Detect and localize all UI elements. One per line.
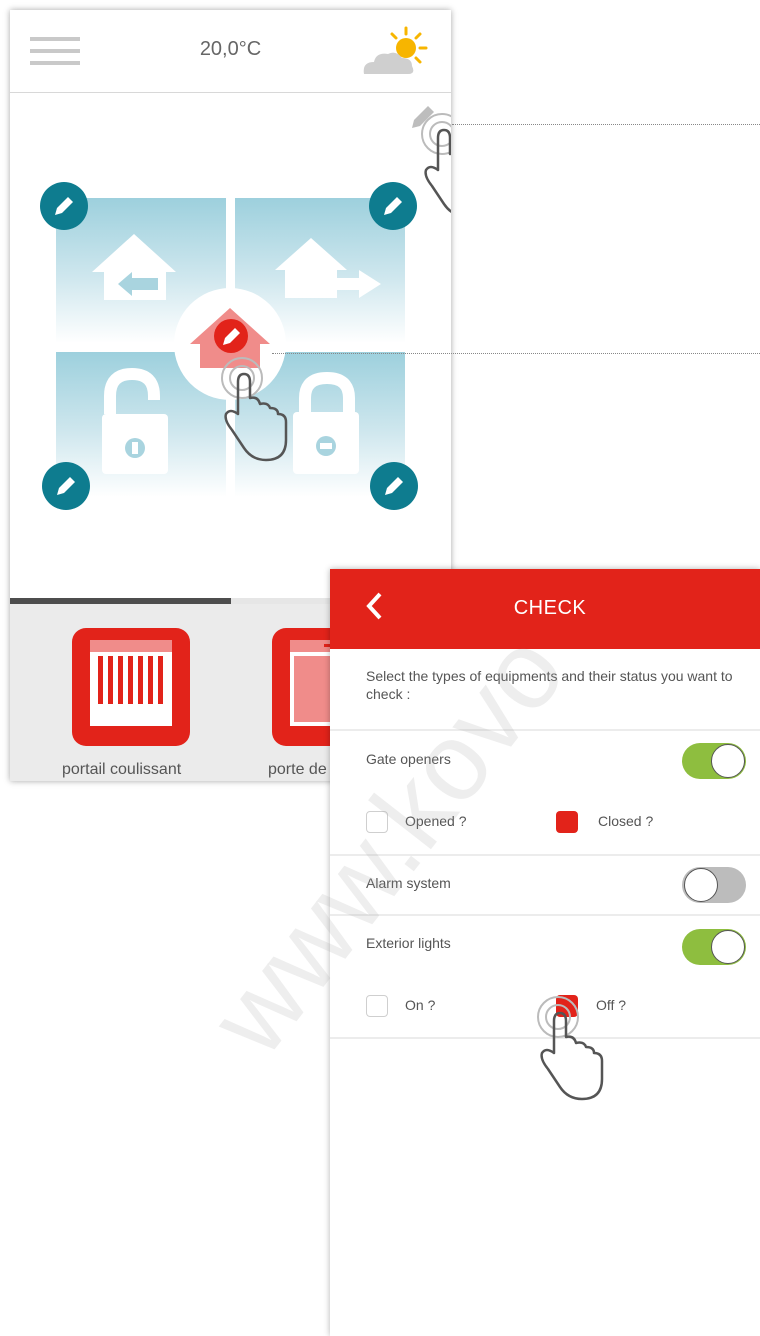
exterior-lights-toggle[interactable]	[682, 929, 746, 965]
checkbox-label: On ?	[405, 997, 436, 1013]
sun-cloud-weather-icon	[360, 26, 430, 78]
device-label: porte de	[268, 761, 327, 778]
edit-tile-unlock-button[interactable]	[42, 462, 90, 510]
pencil-icon	[57, 477, 75, 495]
gate-openers-toggle[interactable]	[682, 743, 746, 779]
edit-tile-arrive-button[interactable]	[40, 182, 88, 230]
device-label: portail coulissant	[62, 761, 182, 778]
on-checkbox[interactable]	[366, 995, 388, 1017]
checkbox-label: Closed ?	[598, 813, 654, 829]
top-bar: 20,0°C	[10, 10, 451, 93]
sliding-gate-icon-button[interactable]	[72, 628, 190, 746]
tap-hand-icon	[421, 113, 451, 213]
row-label-alarm-system: Alarm system	[366, 875, 451, 891]
divider	[330, 729, 760, 731]
checkbox-label: Opened ?	[405, 813, 467, 829]
edit-tile-leave-button[interactable]	[369, 182, 417, 230]
alarm-system-toggle[interactable]	[682, 867, 746, 903]
row-label-exterior-lights: Exterior lights	[366, 935, 451, 951]
divider	[330, 914, 760, 916]
page-title: CHECK	[513, 597, 587, 619]
row-label-gate-openers: Gate openers	[366, 751, 451, 767]
check-header: CHECK	[330, 569, 760, 649]
tap-hand-icon	[221, 357, 288, 462]
pencil-icon	[55, 197, 73, 215]
leader-line	[272, 353, 760, 354]
tap-hand-icon	[537, 996, 604, 1101]
pencil-icon	[384, 197, 402, 215]
pencil-icon	[385, 477, 403, 495]
opened-checkbox[interactable]	[366, 811, 388, 833]
divider	[330, 854, 760, 856]
closed-checkbox[interactable]	[556, 811, 578, 833]
edit-tile-lock-button[interactable]	[370, 462, 418, 510]
check-screen: CHECK Select the types of equipments and…	[330, 569, 760, 1336]
instructions-text: Select the types of equipments and their…	[366, 668, 733, 702]
leader-line	[452, 124, 760, 125]
